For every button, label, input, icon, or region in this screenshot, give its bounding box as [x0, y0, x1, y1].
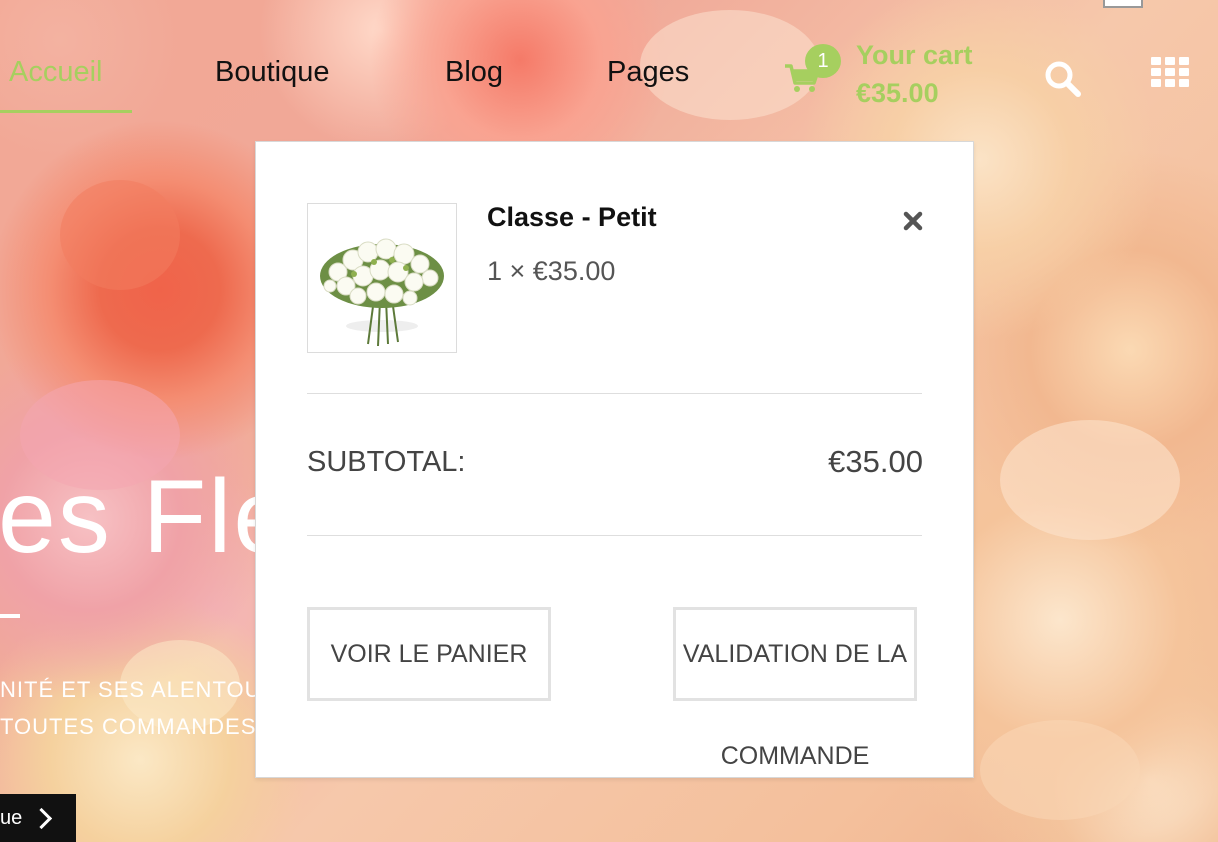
- cart-item-quantity-price: 1 × €35.00: [487, 256, 616, 286]
- subtotal-value: €35.00: [828, 444, 923, 479]
- nav-item-blog[interactable]: Blog: [445, 56, 503, 89]
- remove-item-icon[interactable]: [902, 210, 924, 232]
- nav-item-boutique[interactable]: Boutique: [215, 56, 330, 89]
- flower-bouquet-image: [320, 238, 444, 347]
- grid-menu-icon[interactable]: [1151, 57, 1189, 87]
- cart-divider-top: [307, 393, 922, 394]
- cart-total[interactable]: €35.00: [856, 78, 939, 109]
- checkout-button-label-line1: VALIDATION DE LA: [682, 639, 908, 668]
- nav-item-accueil[interactable]: Accueil: [9, 56, 103, 89]
- hero-divider: [0, 614, 20, 618]
- chevron-right-icon: [31, 807, 53, 829]
- search-icon[interactable]: [1044, 60, 1082, 98]
- product-thumbnail[interactable]: [307, 203, 457, 353]
- active-nav-underline: [0, 110, 132, 113]
- mini-cart-dropdown: Classe - Petit 1 × €35.00 SUBTOTAL: €35.…: [255, 141, 974, 778]
- cart-title[interactable]: Your cart: [856, 40, 973, 71]
- hero-subtitle-line1: NITÉ ET SES ALENTOUR: [0, 677, 279, 702]
- hero-subtitle-line2: TOUTES COMMANDES: [0, 714, 257, 739]
- hero-title: es Fle: [0, 459, 294, 575]
- hero-button-label: ue: [0, 806, 23, 829]
- cart-divider-bottom: [307, 535, 922, 536]
- hero-shop-button[interactable]: ue: [0, 794, 76, 842]
- nav-item-pages[interactable]: Pages: [607, 56, 689, 89]
- checkout-button[interactable]: VALIDATION DE LA: [673, 607, 917, 701]
- subtotal-label: SUBTOTAL:: [307, 446, 466, 478]
- view-cart-button[interactable]: VOIR LE PANIER: [307, 607, 551, 701]
- checkout-button-label-line2[interactable]: COMMANDE: [673, 742, 917, 771]
- main-navigation: Accueil Boutique Blog Pages 1 Your cart …: [0, 0, 1218, 120]
- cart-count-badge[interactable]: 1: [805, 44, 841, 78]
- cart-item-name[interactable]: Classe - Petit: [487, 202, 657, 233]
- top-edge-icon: [1103, 0, 1143, 8]
